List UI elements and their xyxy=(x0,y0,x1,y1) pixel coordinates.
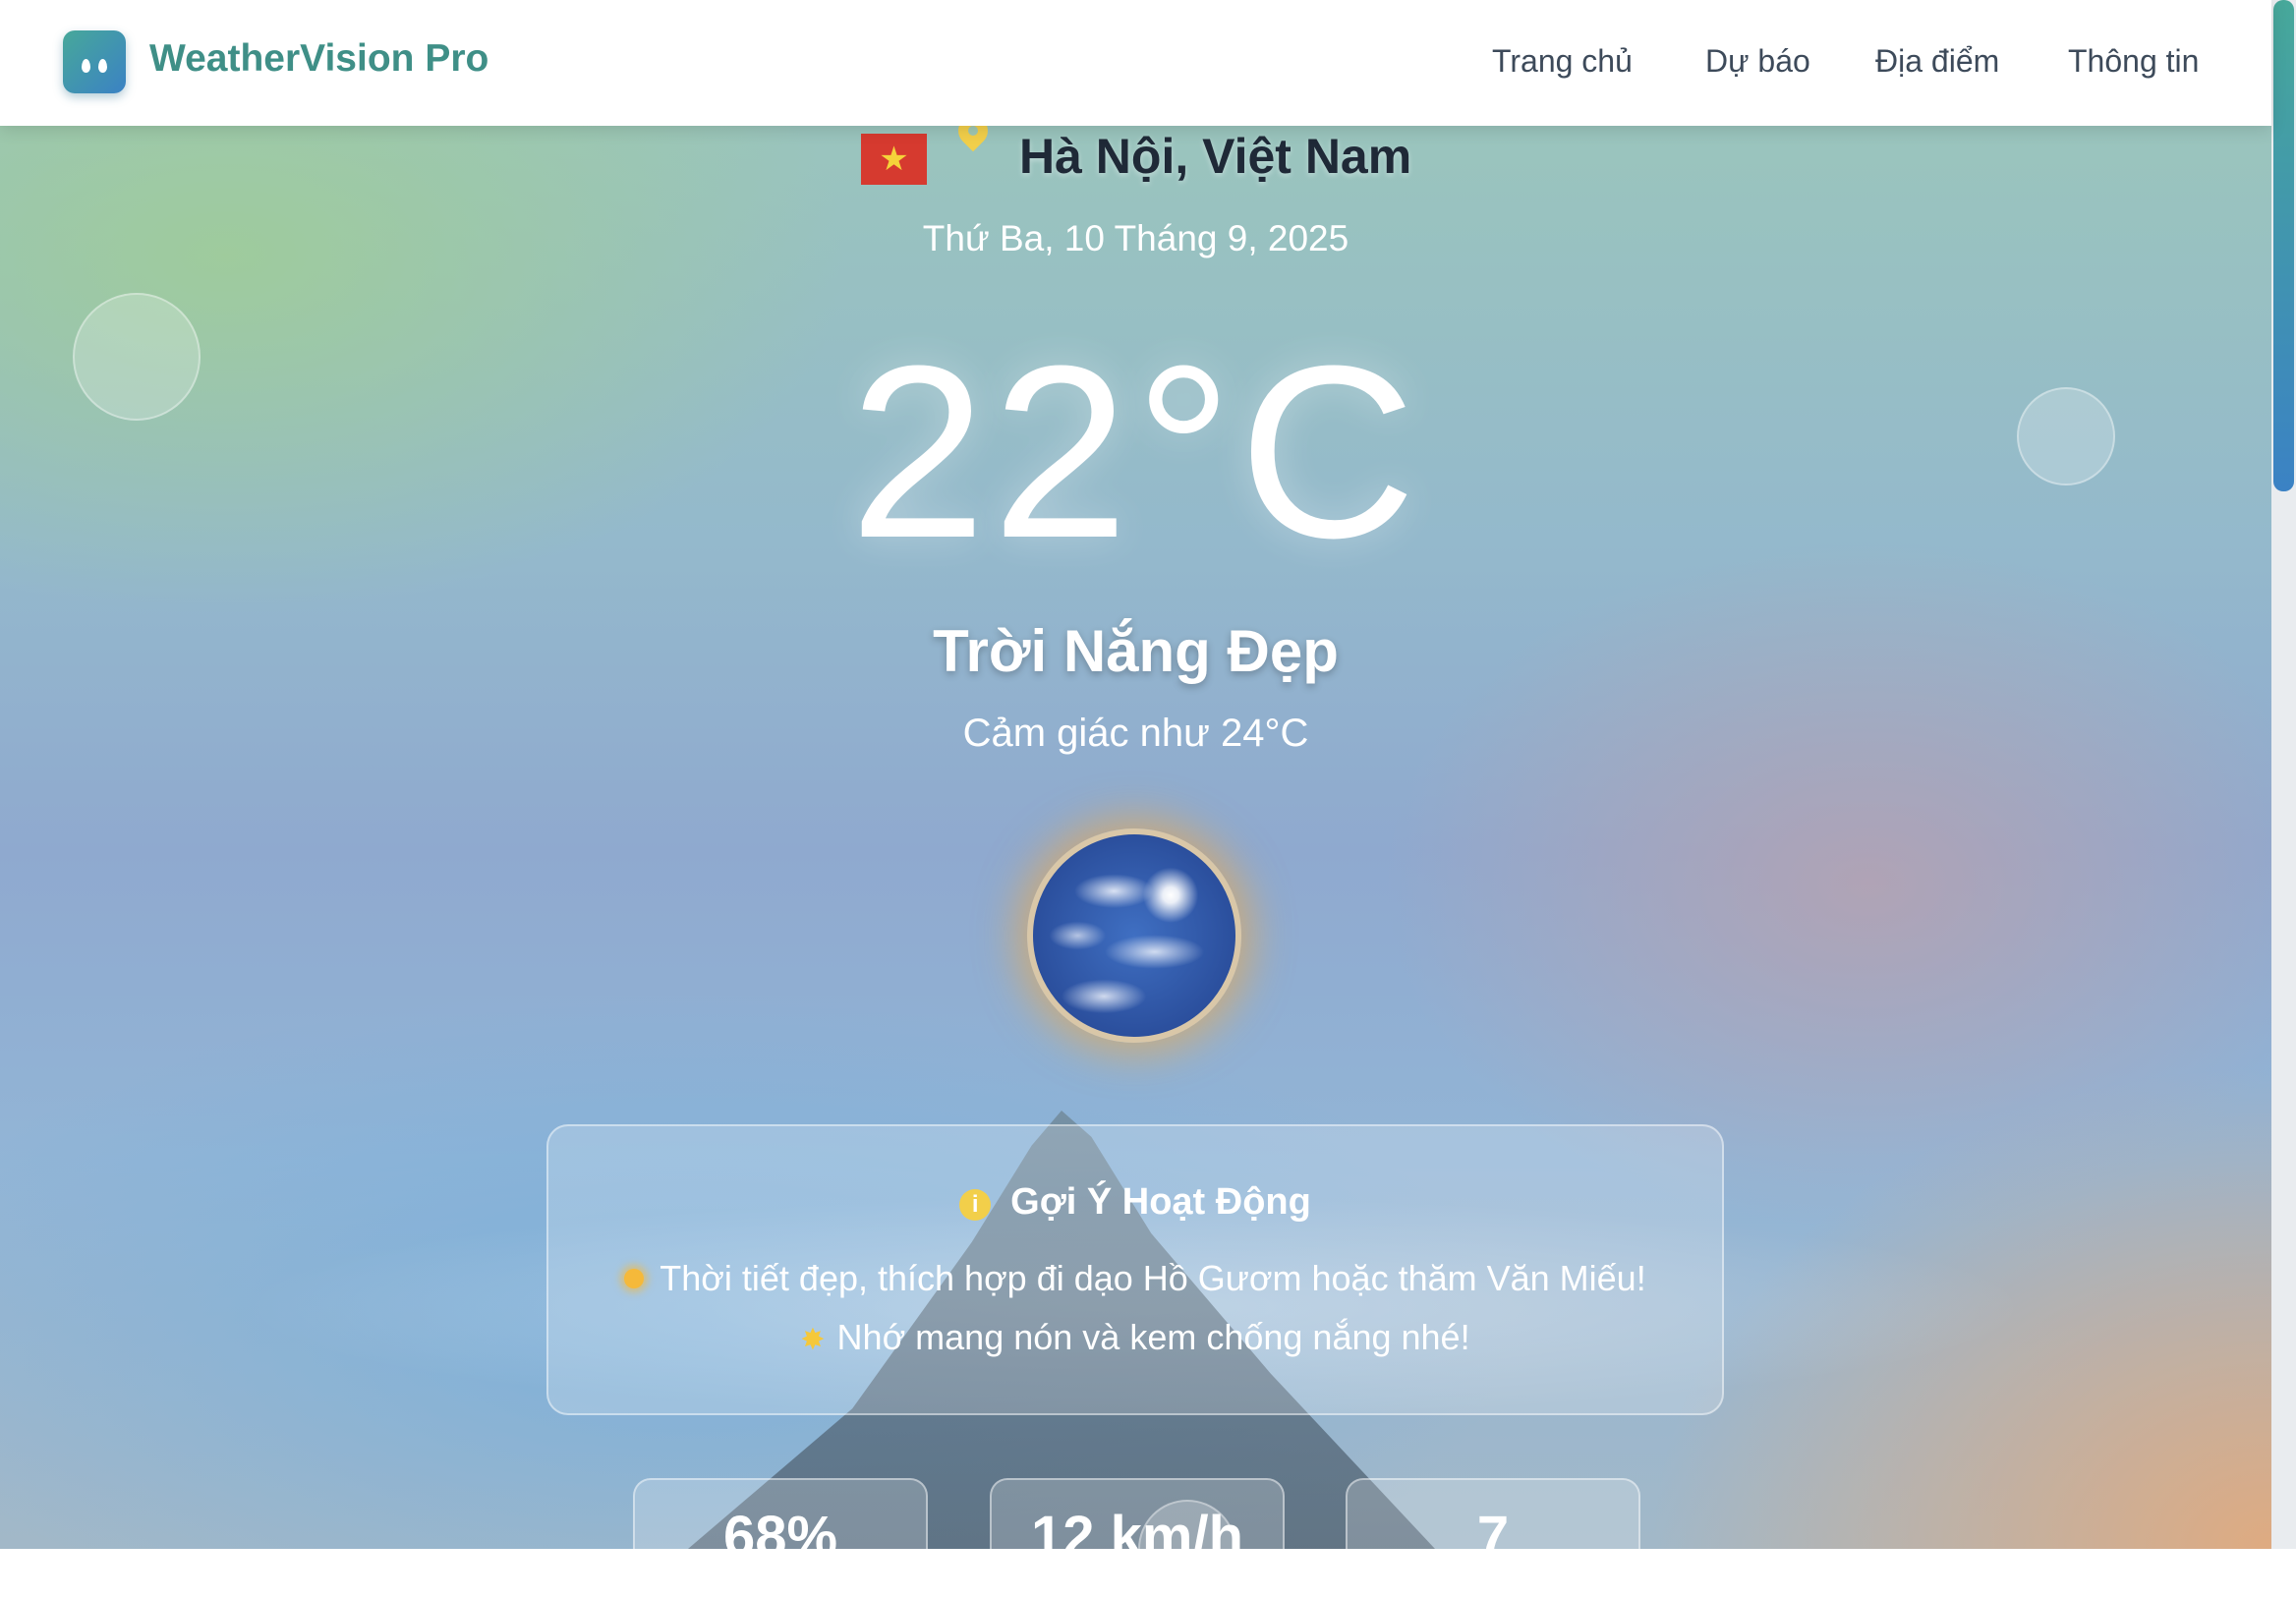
logo-icon[interactable] xyxy=(63,30,126,93)
raindrop-icon xyxy=(82,59,90,73)
info-icon: i xyxy=(959,1189,992,1221)
nav-link-home[interactable]: Trang chủ xyxy=(1492,43,1633,80)
scrollbar-thumb[interactable] xyxy=(2273,0,2294,491)
stat-value: 68% xyxy=(722,1505,838,1569)
suggestion-line: Thời tiết đẹp, thích hợp đi dạo Hồ Gươm … xyxy=(548,1258,1722,1299)
raindrop-icon xyxy=(98,59,107,73)
nav-link-forecast[interactable]: Dự báo xyxy=(1705,43,1810,80)
weather-sky-image xyxy=(1027,828,1241,1043)
suggestion-line: ✸ Nhớ mang nón và kem chống nắng nhé! xyxy=(548,1317,1722,1358)
stat-value: 12 km/h xyxy=(1031,1505,1243,1569)
current-temperature: 22°C xyxy=(849,314,1422,589)
current-date: Thứ Ba, 10 Tháng 9, 2025 xyxy=(922,218,1349,258)
feels-like: Cảm giác như 24°C xyxy=(962,712,1309,755)
navbar: WeatherVision Pro Trang chủ Dự báo Địa đ… xyxy=(0,0,2271,126)
sun-icon xyxy=(624,1269,645,1288)
location-name: Hà Nội, Việt Nam xyxy=(1019,129,1412,184)
suggestion-title-text: Gợi Ý Hoạt Động xyxy=(1010,1181,1311,1223)
weather-condition: Trời Nắng Đẹp xyxy=(933,618,1339,684)
stat-card-uv: 7 xyxy=(1346,1478,1640,1586)
suggestion-text: Nhớ mang nón và kem chống nắng nhé! xyxy=(836,1317,1470,1357)
vietnam-flag-icon: ★ xyxy=(861,134,927,185)
stat-card-humidity: 68% xyxy=(633,1478,928,1586)
brand-name[interactable]: WeatherVision Pro xyxy=(149,37,488,81)
stat-value: 7 xyxy=(1476,1505,1510,1569)
nav-link-locations[interactable]: Địa điểm xyxy=(1875,43,1999,80)
stat-card-wind: 12 km/h xyxy=(990,1478,1285,1586)
activity-suggestion-card: i Gợi Ý Hoạt Động Thời tiết đẹp, thích hợ… xyxy=(546,1124,1724,1415)
suggestion-title: i Gợi Ý Hoạt Động xyxy=(548,1181,1722,1224)
sparkle-star-icon: ✸ xyxy=(800,1324,826,1356)
nav-link-info[interactable]: Thông tin xyxy=(2068,43,2199,80)
suggestion-text: Thời tiết đẹp, thích hợp đi dạo Hồ Gươm … xyxy=(660,1258,1646,1298)
flag-star-icon: ★ xyxy=(879,140,909,179)
